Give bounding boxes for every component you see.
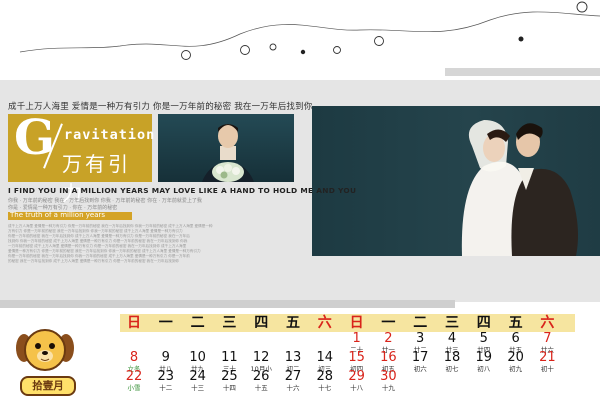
- lunar-date: 小雪: [127, 384, 141, 392]
- day-number: 3: [416, 331, 425, 346]
- weekday-header: 二: [190, 315, 205, 331]
- decorative-strip: [0, 300, 455, 308]
- day-number: 26: [252, 369, 270, 384]
- calendar-day[interactable]: 25 十四: [214, 369, 244, 393]
- day-number: 29: [348, 369, 365, 384]
- day-number: 27: [284, 369, 302, 384]
- day-number: 4: [447, 331, 457, 346]
- day-number: 24: [189, 369, 206, 384]
- lunar-date: 初八: [477, 365, 491, 373]
- calendar-day[interactable]: 19 初八: [469, 350, 499, 374]
- couple-photo: [312, 106, 600, 256]
- small-chinese-line: 你我 · 万年前的秘密 我在 · 万年后找到你 你我 · 万年前的秘密 你在 ·…: [8, 198, 202, 204]
- calendar-day[interactable]: 26 十五: [246, 369, 276, 393]
- body-text-line: 的秘密 我在一万年后找到你 成千上万人海里 爱情是一种万有引力 你是一万年前的秘…: [8, 259, 180, 263]
- calendar-day[interactable]: 24 十三: [183, 369, 213, 393]
- day-number: 9: [161, 350, 170, 365]
- decorative-curve: [19, 11, 600, 53]
- weekday-header: 日: [349, 315, 364, 331]
- day-number: 20: [507, 350, 524, 365]
- weekday-header: 日: [127, 315, 141, 331]
- day-number: 10: [189, 350, 206, 365]
- decorative-circle: [269, 43, 277, 51]
- calendar-day[interactable]: 30 十九: [373, 369, 403, 393]
- day-number: 12: [252, 350, 270, 365]
- weekday-header: 一: [381, 315, 396, 331]
- weekday-header: 二: [413, 315, 428, 331]
- day-number: 16: [380, 350, 397, 365]
- calendar-day[interactable]: 21 初十: [532, 350, 562, 374]
- day-number: 7: [543, 331, 552, 346]
- day-number: 17: [411, 350, 429, 365]
- decorative-dot: [518, 36, 524, 42]
- weekday-header: 六: [540, 315, 555, 331]
- day-number: 6: [511, 331, 520, 346]
- lunar-date: 初十: [540, 365, 554, 373]
- day-number: 21: [539, 350, 556, 365]
- lunar-date: 初九: [509, 365, 523, 373]
- calendar-day[interactable]: 18 初七: [437, 350, 467, 374]
- lunar-date: 十八: [350, 384, 364, 392]
- groom-figure: [202, 124, 254, 182]
- weekday-header: 五: [508, 315, 523, 331]
- decorative-circle: [240, 45, 250, 55]
- day-number: 13: [284, 350, 302, 365]
- day-number: 1: [352, 331, 361, 346]
- day-number: 11: [221, 350, 238, 365]
- day-number: 15: [348, 350, 365, 365]
- lunar-date: 十七: [318, 384, 332, 392]
- calendar-day[interactable]: 23 十二: [151, 369, 181, 393]
- lunar-date: 十九: [381, 384, 395, 392]
- weekday-header: 三: [445, 315, 459, 331]
- day-number: 19: [475, 350, 493, 365]
- calendar-day[interactable]: 17 初六: [405, 350, 435, 374]
- decorative-circle: [576, 1, 588, 13]
- weekday-header: 四: [254, 315, 269, 331]
- day-number: 8: [129, 350, 139, 365]
- logo-text: 拾壹月: [20, 376, 76, 396]
- subtitle-text: The truth of a million years: [10, 211, 106, 219]
- lunar-date: 十二: [159, 384, 173, 392]
- lunar-date: 十三: [191, 384, 205, 392]
- day-number: 30: [380, 369, 397, 384]
- groom-photo: [158, 114, 294, 182]
- day-number: 28: [316, 369, 334, 384]
- lunar-date: 初六: [413, 365, 427, 373]
- day-number: 23: [157, 369, 175, 384]
- decorative-circle: [181, 50, 191, 60]
- title-word: ravitation: [64, 127, 156, 143]
- decorative-strip: [445, 68, 600, 76]
- calendar-day[interactable]: 29 十八: [342, 369, 372, 393]
- weekday-header: 六: [317, 315, 332, 331]
- lunar-date: 初七: [445, 365, 459, 373]
- calendar-day[interactable]: 20 初九: [501, 350, 531, 374]
- calendar-day[interactable]: 22 小雪: [119, 369, 149, 393]
- lunar-date: 十四: [222, 384, 236, 392]
- lunar-date: 十五: [254, 384, 268, 392]
- weekday-header: 四: [476, 315, 491, 331]
- weekday-header: 一: [158, 315, 173, 331]
- lunar-date: 十六: [286, 384, 300, 392]
- day-number: 5: [479, 331, 488, 346]
- small-chinese-line: 你是 · 爱情是一种万有引力 · 你在 · 万年前的秘密: [8, 205, 118, 211]
- couple-figures: [461, 120, 578, 256]
- weekday-header: 五: [286, 315, 300, 331]
- weekday-header: 三: [222, 315, 237, 331]
- title-block: G ravitation 万有引力: [8, 110, 156, 205]
- calendar-day[interactable]: 28 十七: [310, 369, 340, 393]
- decorative-circle: [333, 46, 341, 54]
- calendar-day[interactable]: 27 十六: [278, 369, 308, 393]
- day-number: 22: [125, 369, 143, 384]
- day-number: 14: [316, 350, 334, 365]
- day-number: 18: [443, 350, 461, 365]
- decorative-circle: [374, 36, 384, 46]
- day-number: 2: [384, 331, 393, 346]
- day-number: 25: [221, 369, 238, 384]
- english-line: I FIND YOU IN A MILLION YEARS MAY LOVE L…: [8, 186, 357, 195]
- decorative-dot: [300, 49, 306, 55]
